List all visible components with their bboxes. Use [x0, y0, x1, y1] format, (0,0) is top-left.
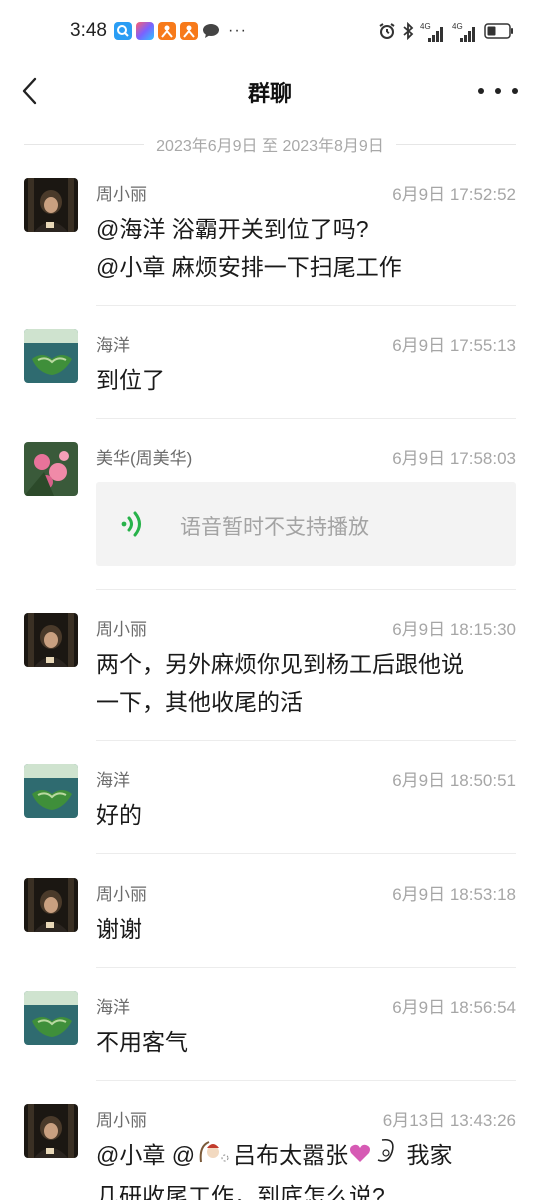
cartoon-figure-emoji-icon [195, 1136, 233, 1177]
game-app-icon [158, 22, 176, 40]
message-divider [96, 967, 516, 968]
message-divider [96, 853, 516, 854]
system-icons: 4G 4G [378, 22, 514, 45]
message-divider [96, 589, 516, 590]
message-time: 6月9日 18:15:30 [392, 620, 516, 639]
status-bar: 3:48 ··· 4G 4G [0, 0, 540, 66]
message-text[interactable]: 不用客气 [96, 1023, 516, 1061]
sender-name: 海洋 [96, 771, 130, 790]
avatar[interactable] [24, 178, 78, 232]
avatar[interactable] [24, 878, 78, 932]
date-range-text: 2023年6月9日 至 2023年8月9日 [156, 138, 384, 155]
more-dot [495, 88, 501, 94]
more-options-button[interactable] [478, 78, 518, 104]
voice-wave-icon [121, 511, 141, 537]
message-text[interactable]: 好的 [96, 796, 516, 834]
message-time: 6月9日 17:58:03 [392, 449, 516, 468]
message-line: @海洋 浴霸开关到位了吗? [96, 216, 369, 242]
sender-name: 美华(周美华) [96, 449, 193, 468]
bluetooth-icon [402, 21, 414, 45]
nickname-text: 吕布太嚣张 [233, 1142, 349, 1168]
message-line: 到位了 [96, 367, 165, 393]
video-app-icon [136, 22, 154, 40]
message-line: 几研收尾工作，到底怎么说? [96, 1183, 385, 1200]
message-line: 谢谢 [96, 916, 142, 942]
divider-line [395, 143, 516, 145]
more-notifications-indicator: ··· [228, 22, 247, 39]
message-item[interactable]: 海洋 6月9日 18:56:54 不用客气 [0, 991, 540, 1081]
alarm-icon [378, 22, 396, 45]
more-dots-icon [478, 88, 484, 94]
message-divider [96, 418, 516, 419]
message-time: 6月9日 17:55:13 [392, 336, 516, 355]
message-divider [96, 1080, 516, 1081]
swirl-emoji-icon [372, 1136, 400, 1177]
signal-label: 4G [452, 21, 463, 31]
search-app-icon [114, 22, 132, 40]
avatar[interactable] [24, 764, 78, 818]
message-line: @小章 麻烦安排一下扫尾工作 [96, 254, 402, 280]
heart-emoji-icon [348, 1138, 372, 1176]
message-line: 两个，另外麻烦你见到杨工后跟他说 [96, 651, 464, 677]
message-time: 6月13日 13:43:26 [382, 1111, 516, 1130]
message-divider [96, 740, 516, 741]
chat-bubble-icon [202, 23, 220, 39]
voice-unsupported-text: 语音暂时不支持播放 [180, 516, 369, 539]
sender-name: 周小丽 [96, 620, 147, 639]
message-text[interactable]: @小章 @ 吕布太嚣张 我家 几研收尾工作，到底怎么说? [96, 1136, 516, 1200]
message-item[interactable]: 周小丽 6月9日 17:52:52 @海洋 浴霸开关到位了吗? @小章 麻烦安排… [0, 178, 540, 306]
message-time: 6月9日 17:52:52 [392, 185, 516, 204]
message-time: 6月9日 18:53:18 [392, 885, 516, 904]
message-time: 6月9日 18:56:54 [392, 998, 516, 1017]
sender-name: 周小丽 [96, 885, 147, 904]
message-item[interactable]: 周小丽 6月13日 13:43:26 @小章 @ 吕布太嚣张 我家 几研收尾工作，… [0, 1104, 540, 1200]
voice-message[interactable]: 语音暂时不支持播放 [96, 482, 516, 566]
signal-label: 4G [420, 21, 431, 31]
message-time: 6月9日 18:50:51 [392, 771, 516, 790]
message-text[interactable]: @海洋 浴霸开关到位了吗? @小章 麻烦安排一下扫尾工作 [96, 210, 516, 286]
message-item[interactable]: 周小丽 6月9日 18:53:18 谢谢 [0, 878, 540, 968]
message-item[interactable]: 美华(周美华) 6月9日 17:58:03 语音暂时不支持播放 [0, 442, 540, 590]
signal-icon: 4G [420, 21, 446, 43]
sender-name: 海洋 [96, 336, 130, 355]
message-item[interactable]: 海洋 6月9日 18:50:51 好的 [0, 764, 540, 854]
message-text[interactable]: 两个，另外麻烦你见到杨工后跟他说 一下，其他收尾的活 [96, 645, 516, 721]
message-tail-text: 我家 [406, 1142, 453, 1168]
navigation-bar: 群聊 [0, 66, 540, 118]
mention-text: @小章 @ [96, 1142, 196, 1168]
page-title: 群聊 [247, 81, 292, 106]
divider-line [24, 143, 145, 145]
avatar[interactable] [24, 442, 78, 496]
sender-name: 周小丽 [96, 1111, 147, 1130]
message-line: @小章 @ 吕布太嚣张 我家 [96, 1136, 516, 1177]
sender-name: 海洋 [96, 998, 130, 1017]
message-line: 好的 [96, 802, 142, 828]
message-line: 不用客气 [96, 1029, 188, 1055]
message-item[interactable]: 海洋 6月9日 17:55:13 到位了 [0, 329, 540, 419]
message-text[interactable]: 到位了 [96, 361, 516, 399]
game-app-icon [180, 22, 198, 40]
message-item[interactable]: 周小丽 6月9日 18:15:30 两个，另外麻烦你见到杨工后跟他说 一下，其他… [0, 613, 540, 741]
message-text[interactable]: 谢谢 [96, 910, 516, 948]
notification-icons: ··· [114, 22, 247, 40]
date-range-header: 2023年6月9日 至 2023年8月9日 [24, 132, 516, 156]
message-divider [96, 305, 516, 306]
status-time: 3:48 [70, 20, 107, 41]
avatar[interactable] [24, 991, 78, 1045]
sender-name: 周小丽 [96, 185, 147, 204]
signal-icon: 4G [452, 21, 478, 43]
battery-icon [484, 23, 514, 44]
avatar[interactable] [24, 1104, 78, 1158]
more-dot [512, 88, 518, 94]
avatar[interactable] [24, 329, 78, 383]
message-line: 一下，其他收尾的活 [96, 689, 303, 715]
avatar[interactable] [24, 613, 78, 667]
